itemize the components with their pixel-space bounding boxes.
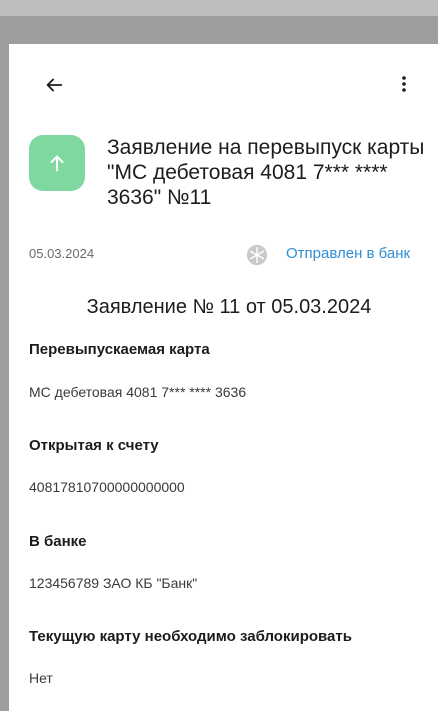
more-vertical-icon xyxy=(402,76,406,92)
field-value-account: 40817810700000000000 xyxy=(29,479,185,495)
field-value-block-card: Нет xyxy=(29,670,53,686)
document-type-icon xyxy=(29,135,85,191)
field-value-card: МС дебетовая 4081 7*** **** 3636 xyxy=(29,384,247,400)
more-menu-button[interactable] xyxy=(392,72,416,96)
status-label: Отправлен в банк xyxy=(286,245,411,262)
field-label-block-card: Текущую карту необходимо заблокировать xyxy=(29,628,352,645)
field-label-card: Перевыпускаемая карта xyxy=(29,341,210,358)
arrow-left-icon xyxy=(46,78,63,92)
field-label-account: Открытая к счету xyxy=(29,437,159,454)
document-heading: Заявление № 11 от 05.03.2024 xyxy=(86,296,372,318)
window-frame-left xyxy=(0,44,9,711)
field-value-bank: 123456789 ЗАО КБ "Банк" xyxy=(29,575,198,591)
page-title: Заявление на перевыпуск карты "МС дебето… xyxy=(107,136,425,209)
arrow-up-icon xyxy=(50,155,64,172)
back-button[interactable] xyxy=(40,71,68,99)
status-bar xyxy=(0,0,438,16)
window-frame-top xyxy=(0,16,438,44)
document-date: 05.03.2024 xyxy=(29,246,95,261)
field-label-bank: В банке xyxy=(29,533,87,550)
snowflake-icon xyxy=(246,244,268,266)
